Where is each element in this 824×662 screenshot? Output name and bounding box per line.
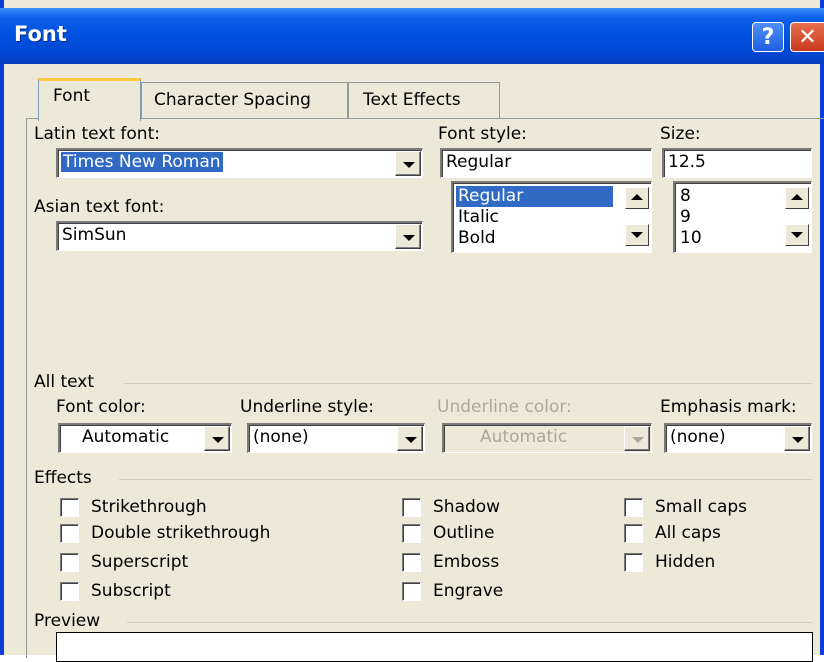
scroll-up-icon[interactable] <box>785 187 809 209</box>
small-caps-checkbox[interactable] <box>624 497 643 517</box>
all-text-divider <box>124 383 812 384</box>
emphasis-mark-combo[interactable]: (none) <box>664 423 812 453</box>
tab-font-label: Font <box>53 86 91 106</box>
subscript-option[interactable]: Subscript <box>60 581 171 601</box>
font-color-value: Automatic <box>82 427 170 447</box>
size-input-value: 12.5 <box>668 152 706 172</box>
strikethrough-option[interactable]: Strikethrough <box>60 497 207 517</box>
asian-font-label: Asian text font: <box>34 197 165 217</box>
superscript-label: Superscript <box>91 552 189 572</box>
tab-character-spacing-label: Character Spacing <box>154 90 311 110</box>
underline-style-label: Underline style: <box>240 397 375 417</box>
strikethrough-label: Strikethrough <box>91 497 207 517</box>
list-item[interactable]: Regular <box>456 186 613 207</box>
list-item[interactable]: 8 <box>678 186 691 207</box>
tab-font[interactable]: Font <box>38 78 141 121</box>
double-strikethrough-option[interactable]: Double strikethrough <box>60 523 270 543</box>
latin-font-label: Latin text font: <box>34 124 160 144</box>
hidden-checkbox[interactable] <box>624 552 643 572</box>
font-style-input-value: Regular <box>446 152 512 172</box>
list-item[interactable]: 10 <box>678 228 702 249</box>
hidden-label: Hidden <box>655 552 716 572</box>
chevron-down-icon[interactable] <box>397 426 423 451</box>
tab-text-effects-label: Text Effects <box>363 90 461 110</box>
engrave-label: Engrave <box>433 581 504 601</box>
effects-heading: Effects <box>34 468 92 488</box>
chevron-down-icon[interactable] <box>204 426 230 451</box>
tab-character-spacing[interactable]: Character Spacing <box>141 82 348 119</box>
all-caps-checkbox[interactable] <box>624 523 643 543</box>
preview-box <box>56 632 813 662</box>
size-label: Size: <box>660 124 701 144</box>
window-title: Font <box>14 22 67 46</box>
chevron-down-icon[interactable] <box>784 426 810 451</box>
engrave-checkbox[interactable] <box>402 581 421 601</box>
chevron-down-icon[interactable] <box>395 151 421 176</box>
shadow-option[interactable]: Shadow <box>402 497 500 517</box>
tab-text-effects[interactable]: Text Effects <box>348 82 500 119</box>
font-style-input[interactable]: Regular <box>440 148 652 178</box>
size-list[interactable]: 8 9 10 <box>673 181 812 253</box>
size-input[interactable]: 12.5 <box>662 148 812 178</box>
emphasis-mark-label: Emphasis mark: <box>660 397 797 417</box>
list-item[interactable]: Bold <box>456 228 496 249</box>
font-color-label: Font color: <box>56 397 146 417</box>
chevron-down-icon[interactable] <box>395 224 421 249</box>
underline-color-label: Underline color: <box>437 397 572 417</box>
chevron-down-icon <box>624 426 650 451</box>
font-color-combo[interactable]: Automatic <box>58 423 232 453</box>
outline-option[interactable]: Outline <box>402 523 495 543</box>
double-strikethrough-label: Double strikethrough <box>91 523 271 543</box>
hidden-option[interactable]: Hidden <box>624 552 715 572</box>
subscript-checkbox[interactable] <box>60 581 79 601</box>
small-caps-label: Small caps <box>655 497 748 517</box>
strikethrough-checkbox[interactable] <box>60 497 79 517</box>
font-style-list[interactable]: Regular Italic Bold <box>451 181 652 253</box>
small-caps-option[interactable]: Small caps <box>624 497 747 517</box>
emboss-option[interactable]: Emboss <box>402 552 499 572</box>
shadow-label: Shadow <box>433 497 501 517</box>
asian-font-combo[interactable]: SimSun <box>56 221 423 251</box>
subscript-label: Subscript <box>91 581 171 601</box>
outline-label: Outline <box>433 523 495 543</box>
emboss-label: Emboss <box>433 552 500 572</box>
emboss-checkbox[interactable] <box>402 552 421 572</box>
title-bar[interactable]: Font ? ✕ <box>0 8 824 64</box>
all-text-heading: All text <box>34 372 95 392</box>
list-item[interactable]: 9 <box>678 207 691 228</box>
shadow-checkbox[interactable] <box>402 497 421 517</box>
underline-style-combo[interactable]: (none) <box>247 423 425 453</box>
superscript-option[interactable]: Superscript <box>60 552 188 572</box>
all-caps-option[interactable]: All caps <box>624 523 721 543</box>
underline-style-value: (none) <box>253 427 309 447</box>
superscript-checkbox[interactable] <box>60 552 79 572</box>
preview-divider <box>127 622 812 623</box>
all-caps-label: All caps <box>655 523 721 543</box>
preview-heading: Preview <box>34 611 101 631</box>
font-style-label: Font style: <box>438 124 527 144</box>
underline-color-value: Automatic <box>480 427 568 447</box>
latin-font-combo[interactable]: Times New Roman <box>56 148 423 178</box>
emphasis-mark-value: (none) <box>670 427 726 447</box>
double-strikethrough-checkbox[interactable] <box>60 523 79 543</box>
effects-divider <box>119 479 812 480</box>
scroll-up-icon[interactable] <box>625 187 649 209</box>
font-dialog: Font ? ✕ Character Spacing Text Effects … <box>0 0 824 662</box>
help-button[interactable]: ? <box>752 22 784 52</box>
outline-checkbox[interactable] <box>402 523 421 543</box>
underline-color-combo: Automatic <box>442 423 652 453</box>
scroll-down-icon[interactable] <box>785 224 809 246</box>
scroll-down-icon[interactable] <box>625 224 649 246</box>
asian-font-value: SimSun <box>62 225 127 245</box>
close-button[interactable]: ✕ <box>790 22 824 52</box>
latin-font-value: Times New Roman <box>61 152 223 172</box>
engrave-option[interactable]: Engrave <box>402 581 503 601</box>
list-item[interactable]: Italic <box>456 207 499 228</box>
